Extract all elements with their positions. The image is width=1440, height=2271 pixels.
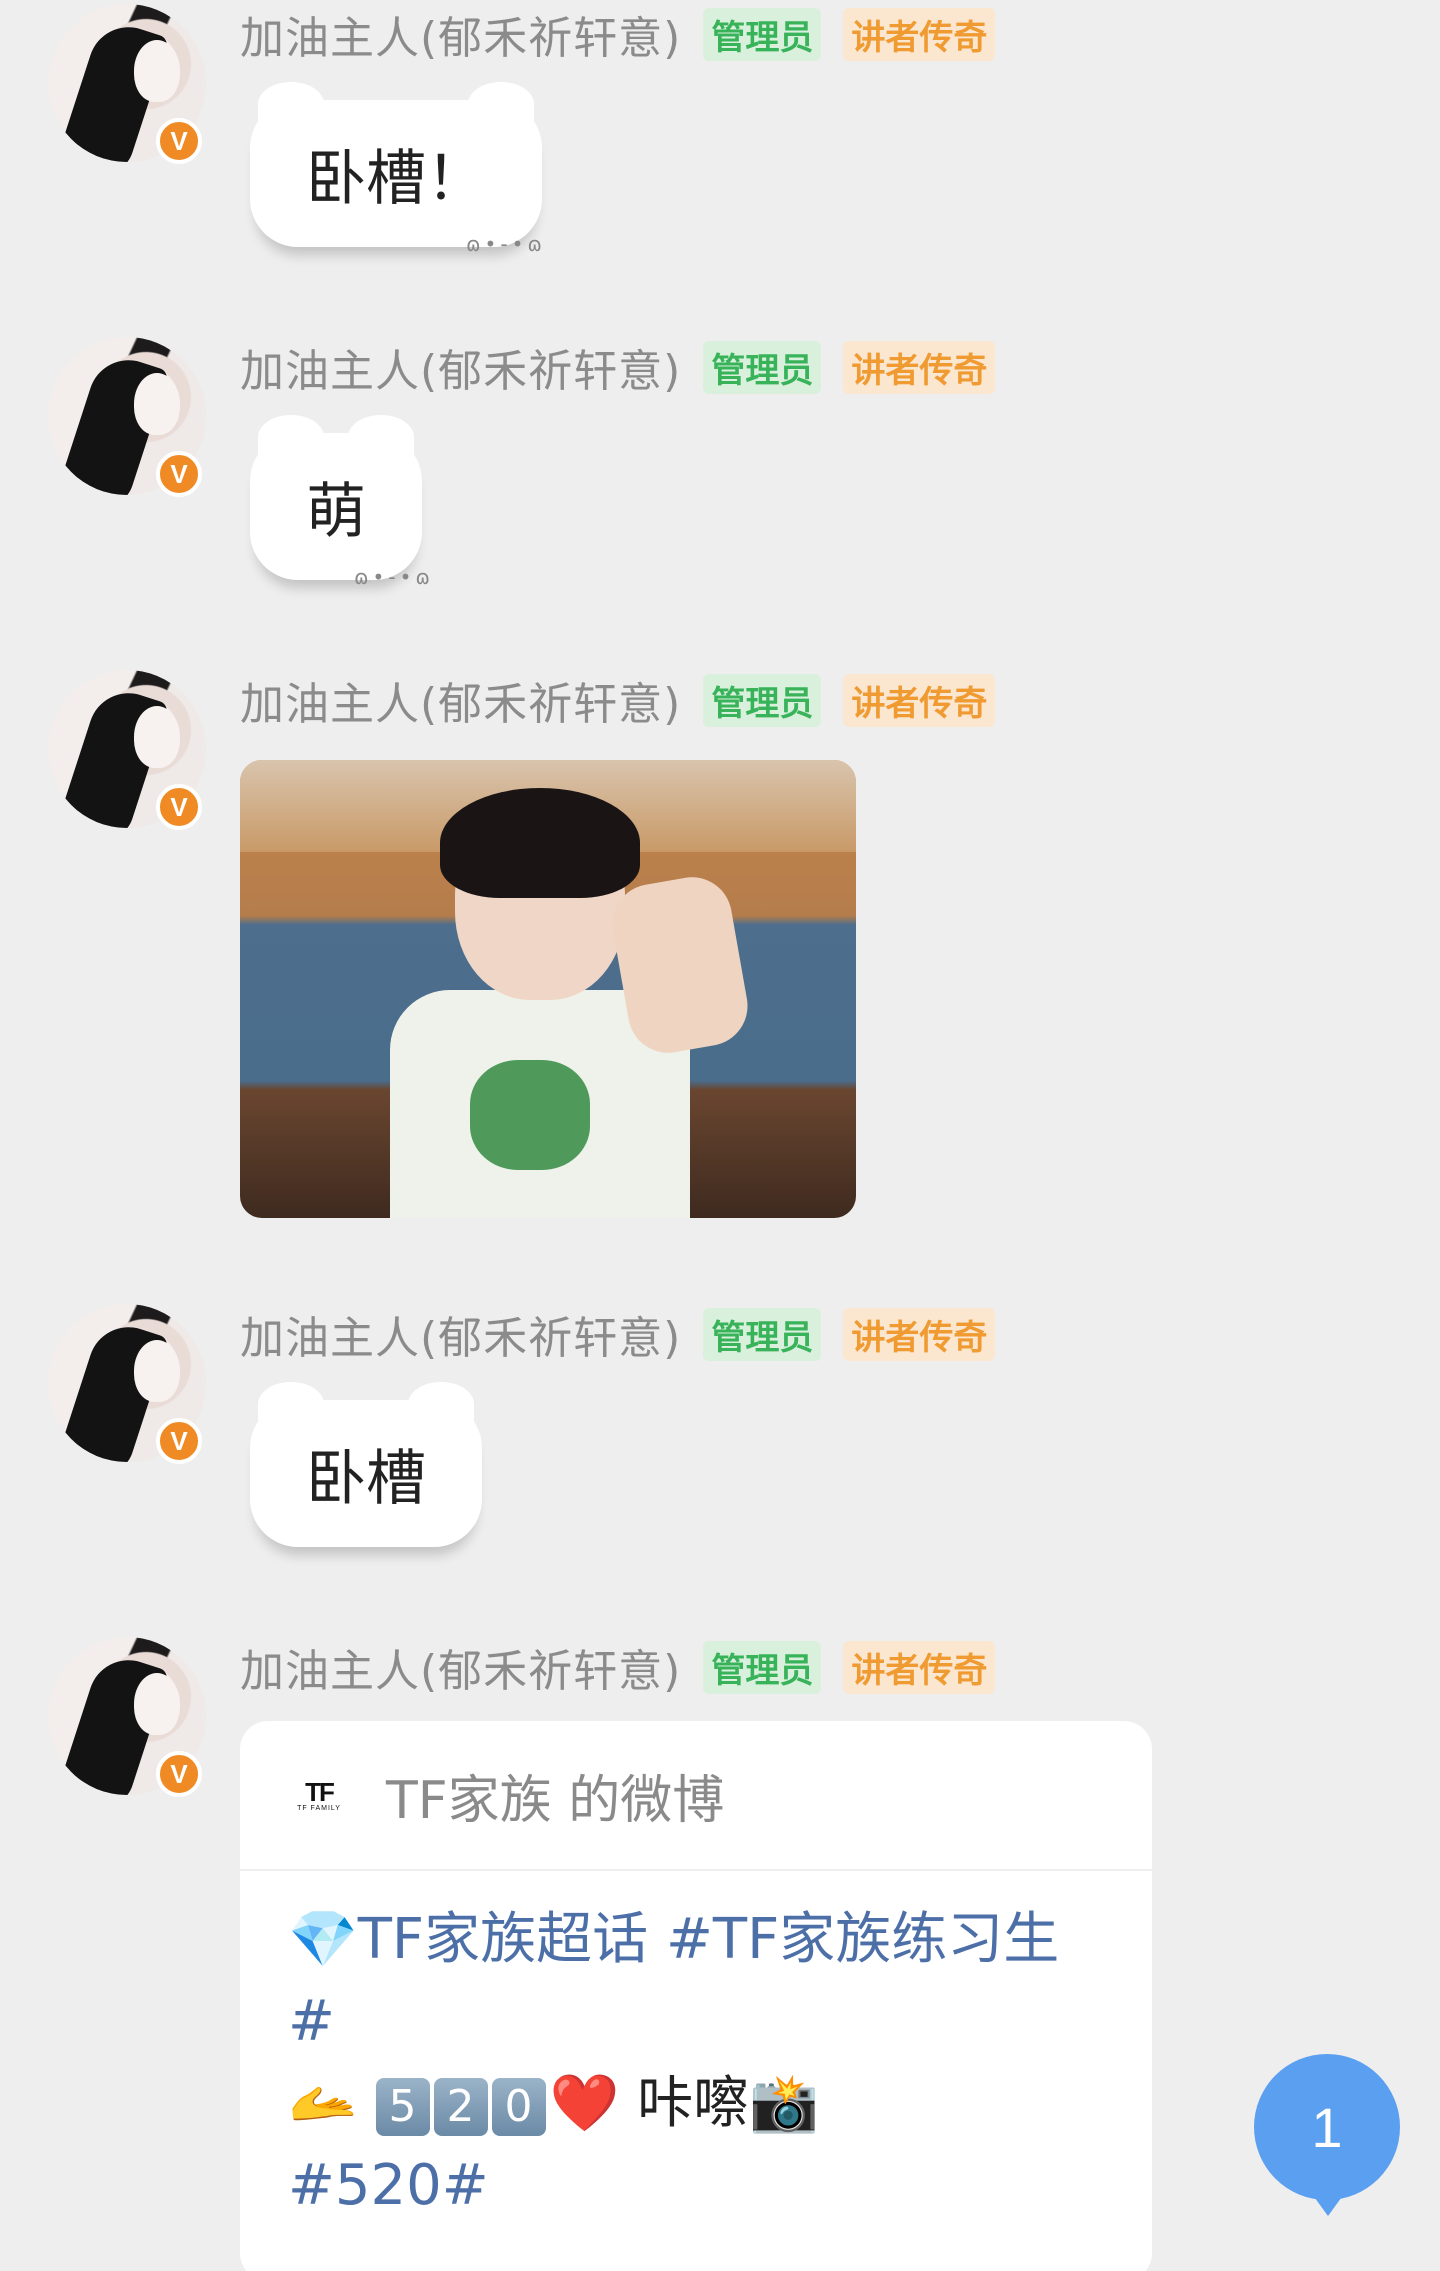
bubble-decoration: ɷ•-•ɷ bbox=[466, 232, 546, 256]
bubble-ear-left bbox=[258, 415, 324, 459]
keycap-0: 0 bbox=[491, 2077, 546, 2136]
vip-badge-icon: V bbox=[156, 451, 202, 497]
bubble-ear-right bbox=[408, 1382, 474, 1426]
text-bubble[interactable]: 萌 bbox=[250, 415, 422, 580]
admin-tag: 管理员 bbox=[703, 673, 822, 727]
admin-tag: 管理员 bbox=[703, 340, 822, 394]
vip-badge-icon: V bbox=[156, 1418, 202, 1464]
bubble-decoration: ɷ•-•ɷ bbox=[354, 565, 434, 589]
admin-tag: 管理员 bbox=[703, 1640, 822, 1694]
sender-name[interactable]: 加油主人(郁禾祈轩意) bbox=[240, 1302, 681, 1366]
bubble-ear-left bbox=[258, 1382, 324, 1426]
sender-name[interactable]: 加油主人(郁禾祈轩意) bbox=[240, 335, 681, 399]
vip-badge-icon: V bbox=[156, 118, 202, 164]
unread-indicator[interactable]: 1 bbox=[1254, 2054, 1400, 2216]
message-text: 卧槽 bbox=[306, 1444, 426, 1514]
message-text: 萌 bbox=[306, 477, 366, 547]
talker-tag: 讲者传奇 bbox=[843, 340, 996, 394]
talker-tag: 讲者传奇 bbox=[843, 673, 996, 727]
message-text: 卧槽！ bbox=[306, 144, 486, 214]
text-bubble[interactable]: 卧槽 bbox=[250, 1382, 482, 1547]
topic-line-cont[interactable]: # bbox=[288, 1981, 1104, 2063]
bubble-ear-right bbox=[348, 415, 414, 459]
talker-tag: 讲者传奇 bbox=[843, 1640, 996, 1694]
talker-tag: 讲者传奇 bbox=[843, 1307, 996, 1361]
sender-row: 加油主人(郁禾祈轩意) 管理员 讲者传奇 bbox=[240, 335, 996, 399]
card-body: 💎TF家族超话 #TF家族练习生 # 🫴 5 2 0 ❤️ 咔嚓📸 #520# bbox=[240, 1871, 1152, 2255]
heart-emoji: ❤️ bbox=[549, 2071, 620, 2136]
card-header: TF TF FAMILY TF家族 的微博 bbox=[240, 1721, 1152, 1871]
photo-message[interactable] bbox=[240, 760, 856, 1218]
bubble-ear-right bbox=[468, 82, 534, 126]
admin-tag: 管理员 bbox=[703, 7, 822, 61]
hashtag-520[interactable]: #520# bbox=[288, 2145, 1104, 2227]
vip-badge-icon: V bbox=[156, 784, 202, 830]
card-title: TF家族 的微博 bbox=[386, 1770, 725, 1831]
bubble-ear-left bbox=[258, 82, 324, 126]
tf-family-logo: TF TF FAMILY bbox=[297, 1776, 341, 1812]
topic-line[interactable]: 💎TF家族超话 #TF家族练习生 bbox=[288, 1899, 1104, 1981]
sender-name[interactable]: 加油主人(郁禾祈轩意) bbox=[240, 1635, 681, 1699]
vip-badge-icon: V bbox=[156, 1751, 202, 1797]
sender-name[interactable]: 加油主人(郁禾祈轩意) bbox=[240, 668, 681, 732]
sender-row: 加油主人(郁禾祈轩意) 管理员 讲者传奇 bbox=[240, 2, 996, 66]
post-text-line: 🫴 5 2 0 ❤️ 咔嚓📸 bbox=[288, 2071, 819, 2136]
sender-row: 加油主人(郁禾祈轩意) 管理员 讲者传奇 bbox=[240, 1635, 996, 1699]
text-bubble[interactable]: 卧槽！ bbox=[250, 82, 542, 247]
sender-row: 加油主人(郁禾祈轩意) 管理员 讲者传奇 bbox=[240, 668, 996, 732]
sender-name[interactable]: 加油主人(郁禾祈轩意) bbox=[240, 2, 681, 66]
weibo-share-card[interactable]: TF TF FAMILY TF家族 的微博 💎TF家族超话 #TF家族练习生 #… bbox=[240, 1721, 1152, 2271]
admin-tag: 管理员 bbox=[703, 1307, 822, 1361]
keycap-2: 2 bbox=[433, 2077, 488, 2136]
talker-tag: 讲者传奇 bbox=[843, 7, 996, 61]
sender-row: 加油主人(郁禾祈轩意) 管理员 讲者传奇 bbox=[240, 1302, 996, 1366]
keycap-5: 5 bbox=[375, 2077, 430, 2136]
